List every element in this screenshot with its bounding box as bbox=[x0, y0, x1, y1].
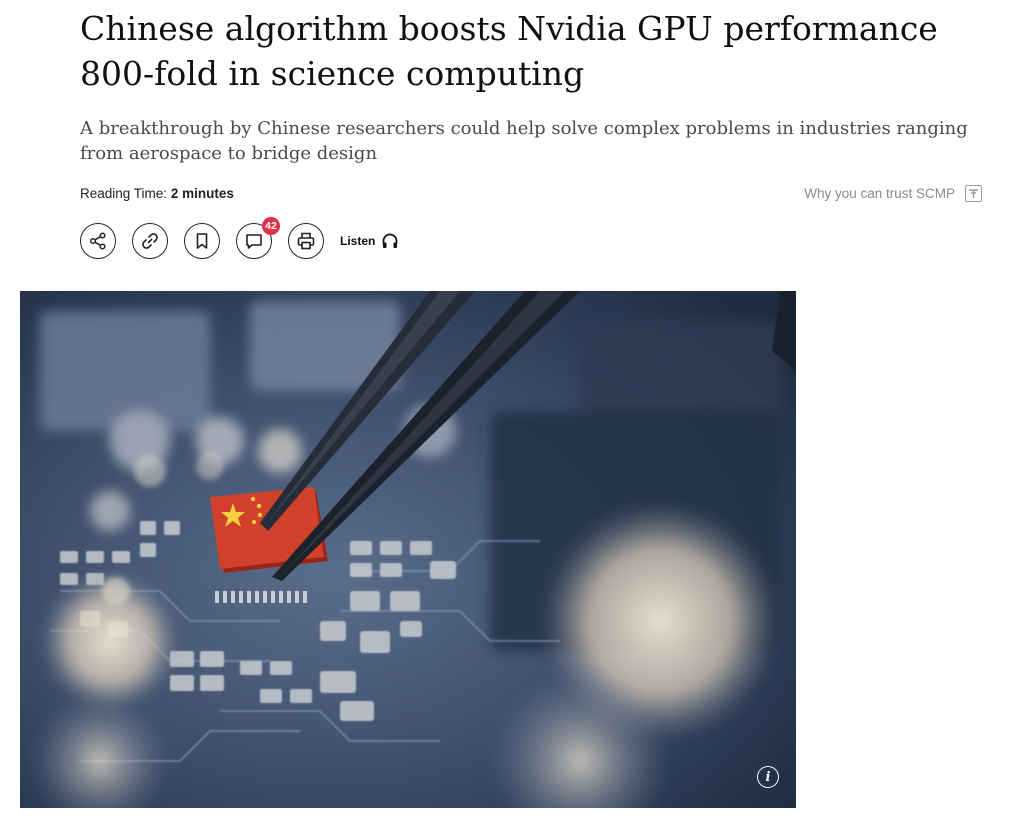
share-icon bbox=[89, 232, 106, 250]
comment-count-badge: 42 bbox=[262, 217, 280, 235]
comment-icon bbox=[246, 234, 262, 249]
trust-badge-icon bbox=[965, 185, 982, 202]
listen-button[interactable]: Listen bbox=[340, 232, 399, 250]
article-action-bar: 42 Listen bbox=[80, 217, 399, 259]
comments-button[interactable]: 42 bbox=[236, 217, 280, 259]
listen-label: Listen bbox=[340, 234, 376, 248]
reading-time: Reading Time: 2 minutes bbox=[80, 186, 234, 201]
reading-time-value: 2 minutes bbox=[170, 186, 234, 201]
image-info-button[interactable]: i bbox=[757, 766, 779, 788]
link-icon bbox=[142, 233, 158, 249]
copy-link-button[interactable] bbox=[132, 223, 168, 259]
bookmark-icon bbox=[196, 233, 208, 249]
print-icon bbox=[297, 232, 315, 250]
trust-scmp-label: Why you can trust SCMP bbox=[804, 186, 955, 201]
bookmark-button[interactable] bbox=[184, 223, 220, 259]
article-headline: Chinese algorithm boosts Nvidia GPU perf… bbox=[80, 9, 938, 93]
article-subheadline: A breakthrough by Chinese researchers co… bbox=[80, 118, 968, 164]
reading-time-label: Reading Time: bbox=[80, 186, 168, 201]
trust-scmp-link[interactable]: Why you can trust SCMP bbox=[804, 185, 982, 202]
print-button[interactable] bbox=[288, 223, 324, 259]
circuit-board-photo bbox=[20, 291, 796, 808]
headphones-icon bbox=[382, 233, 398, 248]
info-icon: i bbox=[765, 769, 771, 785]
hero-image: i bbox=[20, 291, 796, 808]
share-button[interactable] bbox=[80, 223, 116, 259]
